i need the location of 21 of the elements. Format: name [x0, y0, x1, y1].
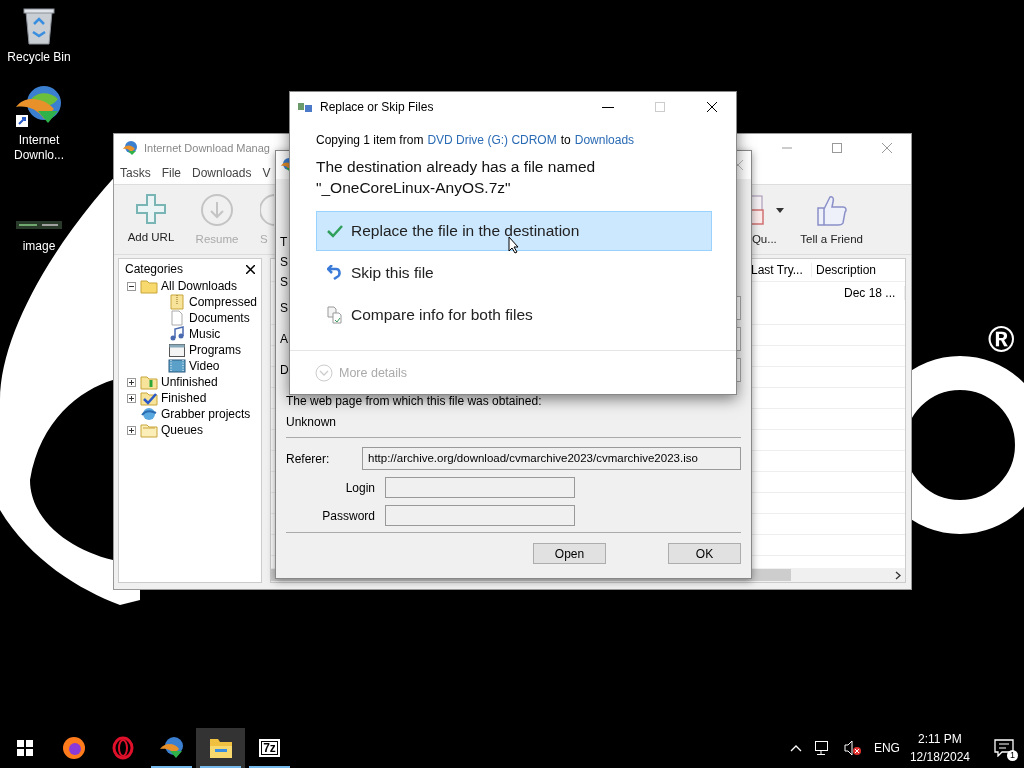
field-label: T	[280, 235, 288, 249]
registered-mark: ®	[988, 322, 1015, 358]
dialog-heading: The destination already has a file named "_OneCoreLinux-AnyOS.7z"	[316, 157, 597, 198]
field-label: Referer:	[286, 451, 331, 466]
panel-title: Categories	[125, 262, 184, 276]
table-cell: Dec 18 ...	[840, 286, 905, 300]
field-label: S	[280, 275, 288, 289]
field-label: S	[280, 255, 288, 269]
app-logo: 7z	[259, 739, 280, 757]
source-value: Unknown	[286, 415, 338, 431]
window-title: Internet Download Manag	[144, 142, 270, 154]
field-label: Login	[344, 480, 376, 495]
field-label: A	[280, 331, 288, 346]
window-title: Replace or Skip Files	[320, 99, 434, 114]
copy-text: Copying 1 item from	[316, 133, 424, 147]
field-label: S	[280, 300, 288, 315]
copy-text: to	[560, 133, 571, 147]
field-label: Password	[321, 508, 376, 523]
source-caption: The web page from which this file was obtained:	[286, 394, 543, 410]
field-label: D	[280, 362, 289, 377]
notification-count: 1	[1007, 750, 1018, 761]
